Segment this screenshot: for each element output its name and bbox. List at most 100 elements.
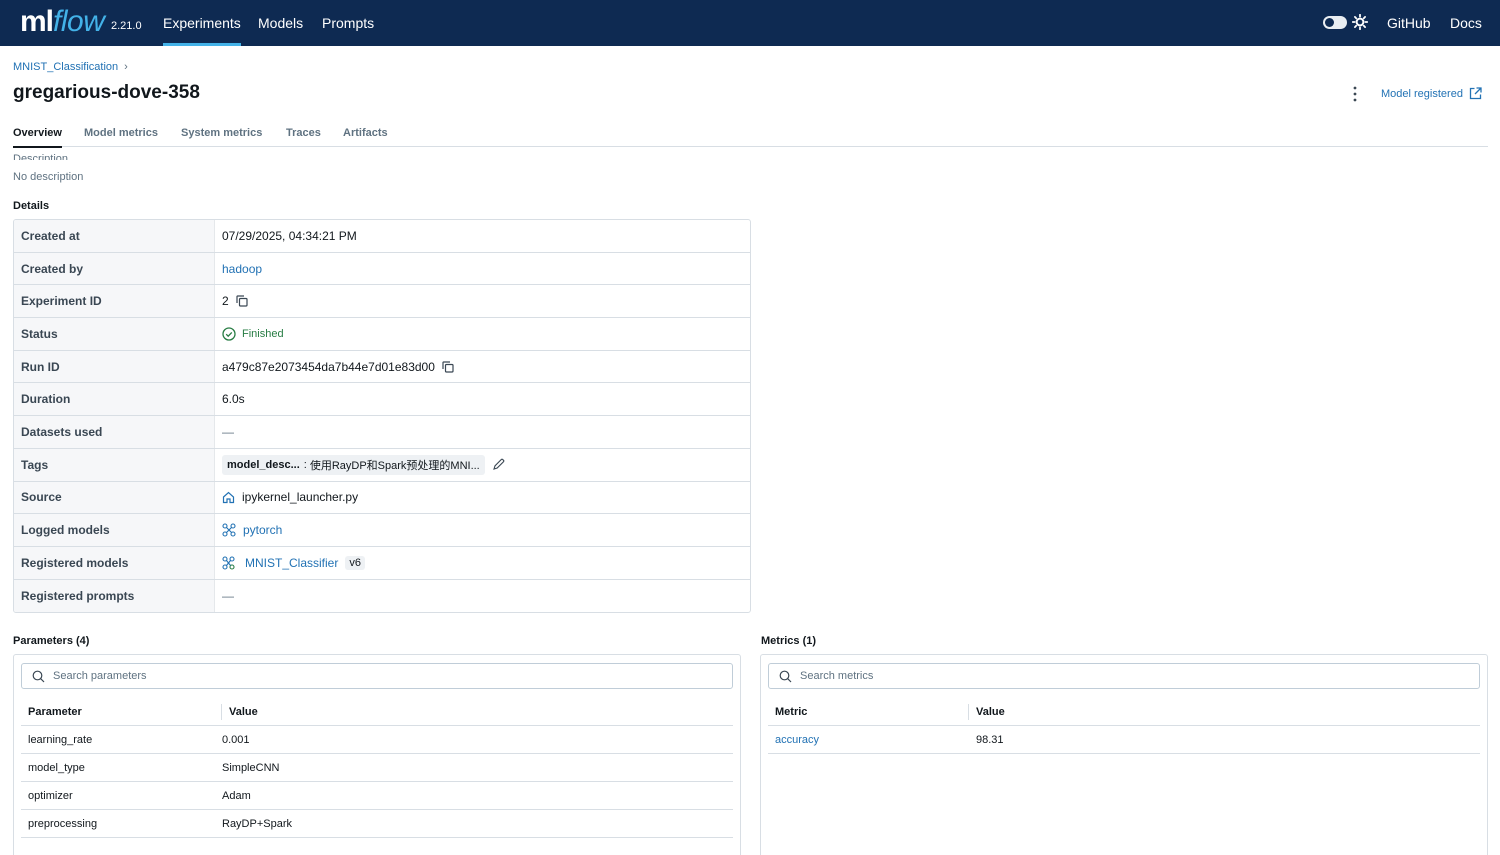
param-value: RayDP+Spark: [222, 817, 293, 830]
model-version-badge[interactable]: v6: [345, 555, 365, 570]
theme-toggle[interactable]: [1323, 16, 1347, 29]
nav-docs[interactable]: Docs: [1450, 0, 1482, 46]
details-key: Experiment ID: [14, 285, 215, 318]
param-name: learning_rate: [28, 733, 93, 746]
logo-ml-text: ml: [20, 5, 54, 38]
metric-value: 98.31: [976, 733, 1004, 746]
search-icon: [779, 670, 792, 682]
tag-value: 使用RayDP和Spark预处理的MNI...: [309, 459, 480, 472]
tab-overview[interactable]: Overview: [13, 127, 62, 148]
nav-models[interactable]: Models: [258, 0, 303, 46]
table-row: optimizer Adam: [21, 782, 733, 810]
details-row-status: Status Finished: [14, 318, 750, 351]
tag-separator: :: [303, 458, 307, 471]
details-row-registered-prompts: Registered prompts —: [14, 579, 750, 613]
details-row-created-by: Created by hadoop: [14, 252, 750, 286]
details-key: Tags: [14, 448, 215, 481]
breadcrumb-experiment-link[interactable]: MNIST_Classification: [13, 61, 118, 73]
external-link-icon: [1469, 87, 1482, 100]
copy-icon[interactable]: [442, 360, 454, 373]
metrics-table: Metric Value accuracy 98.31: [768, 699, 1480, 754]
status-badge: Finished: [222, 327, 284, 341]
nav-prompts[interactable]: Prompts: [322, 0, 374, 46]
created-by-link[interactable]: hadoop: [222, 262, 262, 276]
tab-system-metrics[interactable]: System metrics: [181, 127, 262, 147]
nav-github[interactable]: GitHub: [1387, 0, 1431, 46]
model-registered-link[interactable]: Model registered: [1381, 87, 1482, 100]
param-value: 0.001: [222, 733, 250, 746]
details-heading: Details: [13, 200, 50, 212]
param-name: optimizer: [28, 789, 73, 802]
mlflow-logo[interactable]: ml flow: [20, 2, 105, 42]
metrics-panel: Metric Value accuracy 98.31: [760, 654, 1488, 855]
param-value: Adam: [222, 789, 251, 802]
details-row-experiment-id: Experiment ID 2: [14, 285, 750, 319]
home-icon: [222, 491, 235, 503]
more-options-icon[interactable]: [1348, 85, 1362, 103]
registered-model-icon: [222, 556, 235, 570]
pencil-icon[interactable]: [492, 458, 505, 471]
logged-model-link[interactable]: pytorch: [243, 523, 282, 537]
metric-name-link[interactable]: accuracy: [768, 726, 969, 753]
description-text: No description: [13, 171, 84, 183]
param-name: preprocessing: [28, 817, 98, 830]
param-name: model_type: [28, 761, 85, 774]
table-header: Parameter Value: [21, 699, 733, 726]
datasets-value: —: [222, 424, 234, 439]
sun-icon[interactable]: [1352, 14, 1368, 30]
model-icon: [222, 523, 236, 537]
run-id-value: a479c87e2073454da7b44e7d01e83d00: [222, 359, 435, 374]
check-circle-icon: [222, 327, 236, 341]
tag-key: model_desc...: [227, 458, 300, 471]
details-key: Registered models: [14, 546, 215, 579]
logo-flow-text: flow: [53, 5, 105, 38]
status-text: Finished: [242, 327, 284, 340]
details-row-created-at: Created at 07/29/2025, 04:34:21 PM: [14, 220, 750, 253]
column-header-value[interactable]: Value: [222, 699, 258, 725]
details-row-registered-models: Registered models MNIST_Classifier v6: [14, 546, 750, 580]
model-registered-label: Model registered: [1381, 87, 1463, 100]
parameters-search[interactable]: [21, 663, 733, 689]
breadcrumb-separator: ›: [124, 61, 128, 73]
column-header-value[interactable]: Value: [969, 699, 1005, 725]
nav-experiments[interactable]: Experiments: [163, 0, 241, 46]
details-row-tags: Tags model_desc... : 使用RayDP和Spark预处理的MN…: [14, 448, 750, 482]
details-row-datasets: Datasets used —: [14, 416, 750, 449]
parameters-panel: Parameter Value learning_rate 0.001 mode…: [13, 654, 741, 855]
parameters-search-input[interactable]: [53, 670, 683, 682]
breadcrumb: MNIST_Classification ›: [13, 61, 128, 73]
column-header-parameter[interactable]: Parameter: [21, 699, 222, 725]
table-row: model_type SimpleCNN: [21, 754, 733, 782]
details-key: Run ID: [14, 350, 215, 383]
details-row-duration: Duration 6.0s: [14, 383, 750, 417]
tag-chip[interactable]: model_desc... : 使用RayDP和Spark预处理的MNI...: [222, 454, 485, 475]
copy-icon[interactable]: [236, 295, 248, 307]
column-header-metric[interactable]: Metric: [768, 699, 969, 725]
details-key: Created at: [14, 220, 215, 252]
source-value[interactable]: ipykernel_launcher.py: [242, 490, 358, 504]
tab-artifacts[interactable]: Artifacts: [343, 127, 388, 147]
details-key: Source: [14, 481, 215, 514]
tab-model-metrics[interactable]: Model metrics: [84, 127, 158, 147]
details-key: Registered prompts: [14, 579, 215, 613]
version-label: 2.21.0: [111, 20, 142, 32]
parameters-table: Parameter Value learning_rate 0.001 mode…: [21, 699, 733, 838]
table-row: accuracy 98.31: [768, 726, 1480, 754]
metrics-heading: Metrics (1): [761, 635, 817, 647]
metrics-search-input[interactable]: [800, 670, 1430, 682]
registered-model-link[interactable]: MNIST_Classifier: [245, 556, 338, 570]
experiment-id-value: 2: [222, 294, 229, 309]
table-header: Metric Value: [768, 699, 1480, 726]
details-key: Logged models: [14, 514, 215, 546]
metrics-search[interactable]: [768, 663, 1480, 689]
table-row: preprocessing RayDP+Spark: [21, 810, 733, 838]
page-title: gregarious-dove-358: [13, 82, 200, 103]
duration-value: 6.0s: [222, 392, 245, 407]
details-key: Status: [14, 318, 215, 350]
param-value: SimpleCNN: [222, 761, 280, 774]
tab-traces[interactable]: Traces: [286, 127, 321, 147]
details-row-logged-models: Logged models pytorch: [14, 514, 750, 547]
search-icon: [32, 670, 45, 682]
run-tabs: Overview Model metrics System metrics Tr…: [13, 123, 1488, 148]
details-row-source: Source ipykernel_launcher.py: [14, 481, 750, 515]
